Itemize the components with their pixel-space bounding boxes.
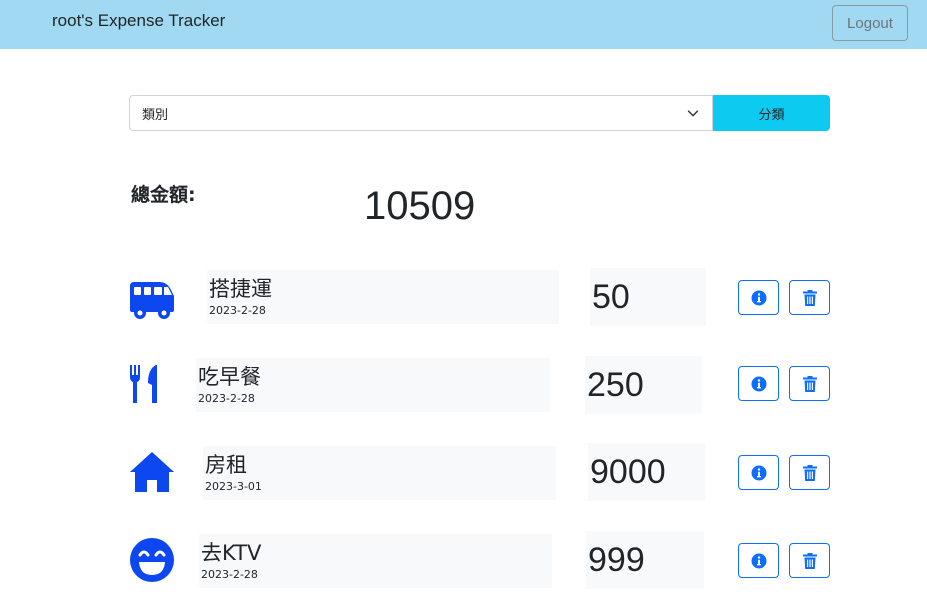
delete-button[interactable] [789,366,830,401]
info-button[interactable] [738,543,779,578]
record-name-box: 吃早餐 2023-2-28 [196,358,550,412]
info-icon [751,553,766,568]
home-icon [130,452,174,492]
trash-icon [802,464,817,481]
info-icon [751,290,766,305]
delete-button[interactable] [789,280,830,315]
info-button[interactable] [738,455,779,490]
total-value: 10509 [364,184,476,228]
record-date: 2023-2-28 [198,392,255,405]
list-item: 搭捷運 2023-2-28 50 [0,268,927,330]
record-date: 2023-2-28 [209,304,266,317]
list-item: 去KTV 2023-2-28 999 [0,531,927,593]
record-name: 搭捷運 [209,277,272,301]
info-button[interactable] [738,280,779,315]
trash-icon [802,289,817,306]
category-select-value: 類別 [142,107,169,123]
smile-icon [130,538,174,582]
record-amount: 9000 [588,443,705,501]
category-select[interactable]: 類別 [129,95,713,131]
record-name-box: 搭捷運 2023-2-28 [207,270,559,324]
record-amount: 999 [586,531,704,589]
sort-button[interactable]: 分類 [713,95,830,131]
list-item: 房租 2023-3-01 9000 [0,443,927,505]
delete-button[interactable] [789,455,830,490]
record-name: 吃早餐 [198,365,261,389]
total-label: 總金額: [131,184,196,206]
trash-icon [802,552,817,569]
record-date: 2023-3-01 [205,480,262,493]
record-name-box: 房租 2023-3-01 [203,446,556,500]
bus-icon [130,282,174,319]
list-item: 吃早餐 2023-2-28 250 [0,356,927,417]
logout-button[interactable]: Logout [832,5,908,41]
info-icon [751,376,766,391]
app-title: root's Expense Tracker [52,11,226,30]
record-amount: 50 [590,268,706,326]
record-name: 去KTV [201,541,262,565]
info-icon [751,465,766,480]
info-button[interactable] [738,366,779,401]
record-amount: 250 [585,356,702,414]
chevron-down-icon [687,110,699,117]
trash-icon [802,375,817,392]
delete-button[interactable] [789,543,830,578]
record-name: 房租 [205,453,247,477]
record-name-box: 去KTV 2023-2-28 [199,534,552,588]
navbar: root's Expense Tracker Logout [0,0,927,49]
utensils-icon [130,365,157,403]
record-date: 2023-2-28 [201,568,258,581]
